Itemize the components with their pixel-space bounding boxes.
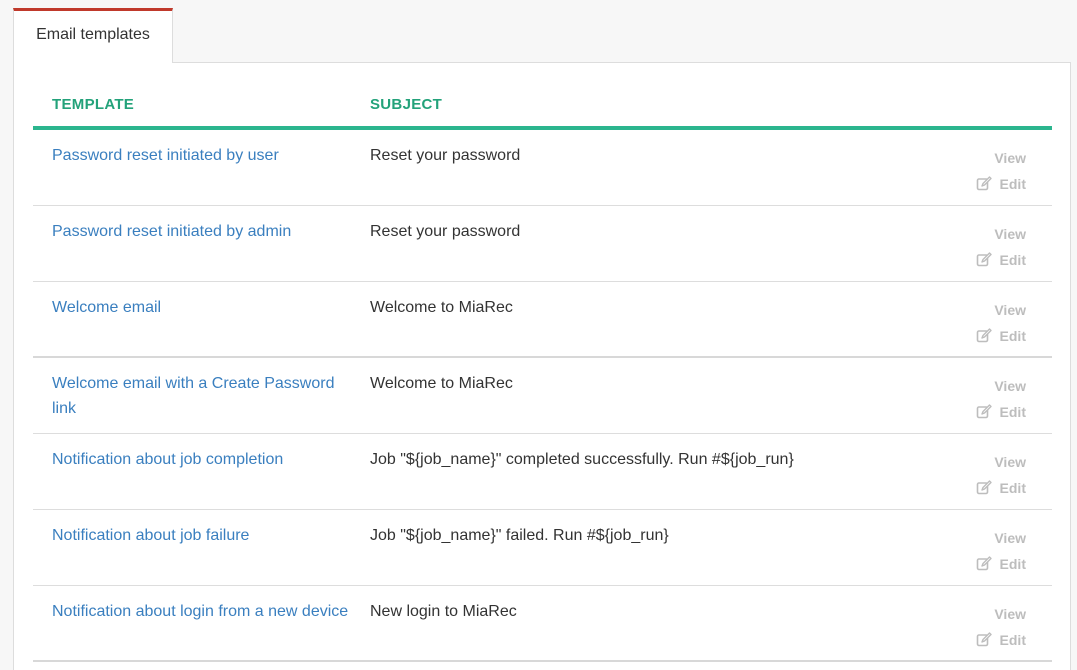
template-link[interactable]: Welcome email with a Create Password lin… xyxy=(52,371,357,421)
template-subject: Job "${job_name}" failed. Run #${job_run… xyxy=(370,527,669,544)
tab-bar: Email templates xyxy=(13,8,1071,63)
view-button[interactable]: View xyxy=(916,297,1026,323)
row-actions: View Edit xyxy=(916,373,1026,425)
edit-icon xyxy=(976,632,992,647)
edit-label: Edit xyxy=(999,480,1026,496)
table-row: Welcome email with a Create Password lin… xyxy=(33,358,1052,434)
view-button[interactable]: View xyxy=(916,145,1026,171)
template-link[interactable]: Password reset initiated by user xyxy=(52,143,357,168)
template-subject: Reset your password xyxy=(370,223,521,240)
template-link[interactable]: Notification about job completion xyxy=(52,447,357,472)
page: Email templates TEMPLATE SUBJECT Passwor… xyxy=(0,0,1077,670)
templates-panel: TEMPLATE SUBJECT Password reset initiate… xyxy=(13,62,1071,670)
view-button[interactable]: View xyxy=(916,373,1026,399)
table-header: TEMPLATE SUBJECT xyxy=(33,63,1052,130)
templates-table: TEMPLATE SUBJECT Password reset initiate… xyxy=(33,63,1052,662)
edit-label: Edit xyxy=(999,328,1026,344)
edit-label: Edit xyxy=(999,176,1026,192)
column-header-subject: SUBJECT xyxy=(370,96,443,113)
template-link[interactable]: Password reset initiated by admin xyxy=(52,219,357,244)
edit-icon xyxy=(976,556,992,571)
template-subject: Welcome to MiaRec xyxy=(370,375,513,392)
view-button[interactable]: View xyxy=(916,525,1026,551)
table-row: Notification about job failure Job "${jo… xyxy=(33,510,1052,586)
edit-icon xyxy=(976,252,992,267)
view-button[interactable]: View xyxy=(916,221,1026,247)
row-actions: View Edit xyxy=(916,449,1026,501)
table-row: Welcome email Welcome to MiaRec View Edi… xyxy=(33,282,1052,358)
edit-label: Edit xyxy=(999,556,1026,572)
row-actions: View Edit xyxy=(916,145,1026,197)
row-actions: View Edit xyxy=(916,525,1026,577)
edit-button[interactable]: Edit xyxy=(916,171,1026,197)
view-button[interactable]: View xyxy=(916,601,1026,627)
template-link[interactable]: Notification about job failure xyxy=(52,523,357,548)
template-subject: Reset your password xyxy=(370,147,521,164)
tab-email-templates[interactable]: Email templates xyxy=(13,8,173,63)
view-label: View xyxy=(994,606,1026,622)
edit-button[interactable]: Edit xyxy=(916,323,1026,349)
edit-icon xyxy=(976,328,992,343)
table-row: Notification about login from a new devi… xyxy=(33,586,1052,662)
view-label: View xyxy=(994,226,1026,242)
edit-button[interactable]: Edit xyxy=(916,399,1026,425)
view-button[interactable]: View xyxy=(916,449,1026,475)
edit-button[interactable]: Edit xyxy=(916,475,1026,501)
column-header-template: TEMPLATE xyxy=(52,96,135,113)
view-label: View xyxy=(994,302,1026,318)
view-label: View xyxy=(994,530,1026,546)
edit-label: Edit xyxy=(999,404,1026,420)
template-link[interactable]: Welcome email xyxy=(52,295,357,320)
table-row: Notification about job completion Job "$… xyxy=(33,434,1052,510)
row-actions: View Edit xyxy=(916,601,1026,653)
view-label: View xyxy=(994,378,1026,394)
template-link[interactable]: Notification about login from a new devi… xyxy=(52,599,357,624)
view-label: View xyxy=(994,150,1026,166)
edit-icon xyxy=(976,480,992,495)
edit-button[interactable]: Edit xyxy=(916,551,1026,577)
view-label: View xyxy=(994,454,1026,470)
edit-icon xyxy=(976,404,992,419)
row-actions: View Edit xyxy=(916,297,1026,349)
edit-label: Edit xyxy=(999,252,1026,268)
edit-label: Edit xyxy=(999,632,1026,648)
table-row: Password reset initiated by user Reset y… xyxy=(33,130,1052,206)
table-row: Password reset initiated by admin Reset … xyxy=(33,206,1052,282)
edit-button[interactable]: Edit xyxy=(916,627,1026,653)
edit-button[interactable]: Edit xyxy=(916,247,1026,273)
template-subject: Job "${job_name}" completed successfully… xyxy=(370,451,794,468)
template-subject: Welcome to MiaRec xyxy=(370,299,513,316)
edit-icon xyxy=(976,176,992,191)
row-actions: View Edit xyxy=(916,221,1026,273)
template-subject: New login to MiaRec xyxy=(370,603,517,620)
